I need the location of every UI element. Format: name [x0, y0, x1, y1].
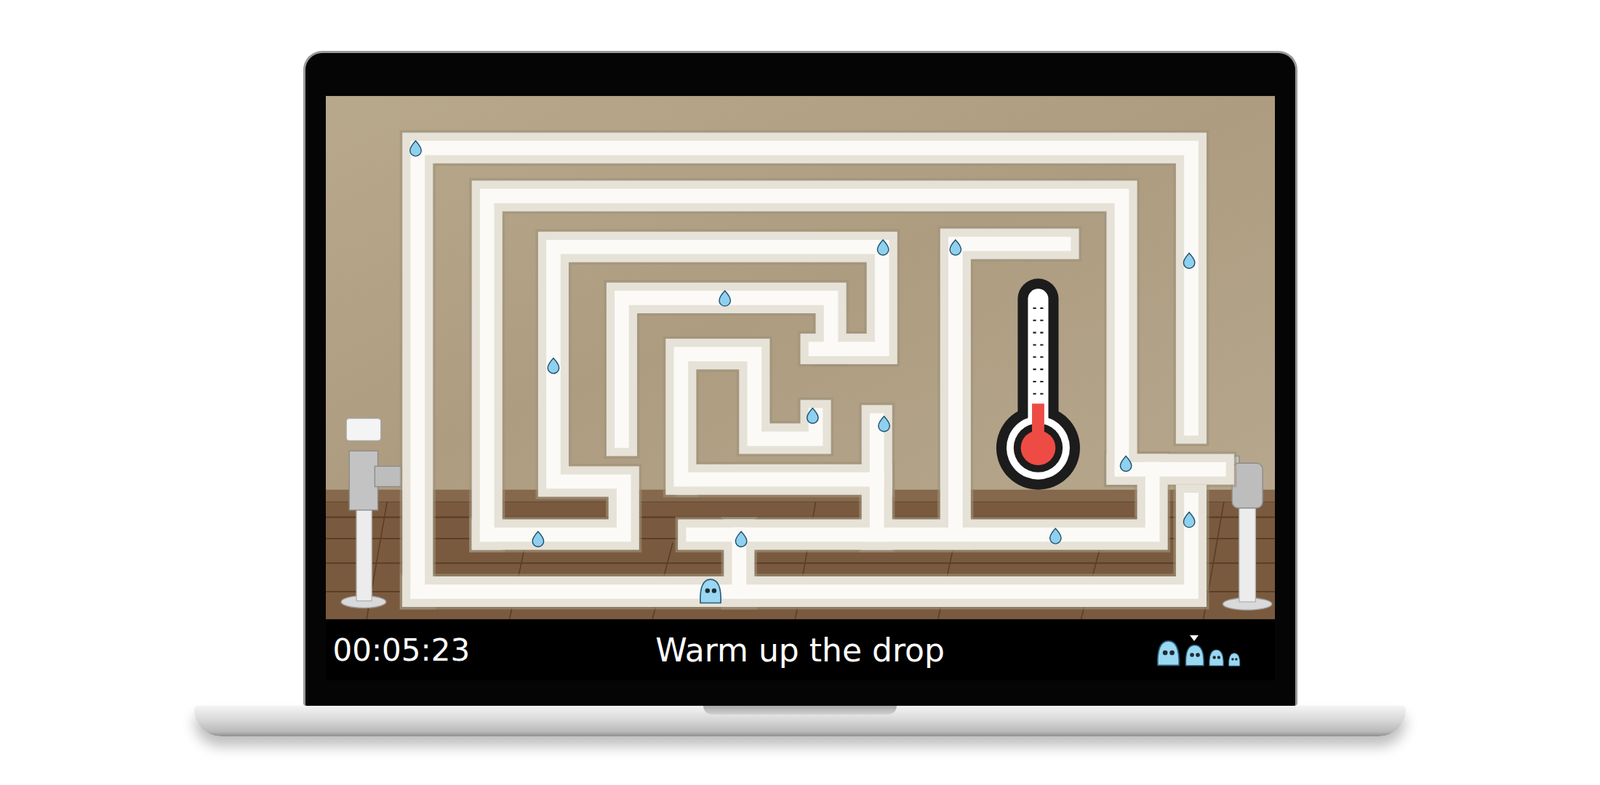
- water-drop-icon: [877, 416, 889, 432]
- water-drop-icon: [949, 240, 961, 256]
- left-valve-icon: [341, 418, 402, 608]
- water-drop-icon: [409, 141, 421, 157]
- water-drop-icon: [877, 240, 888, 256]
- selected-marker: [1212, 640, 1222, 647]
- page: 00:05:23 Warm up the drop: [0, 0, 1600, 785]
- thermometer-fill: [1032, 403, 1045, 435]
- timer: 00:05:23: [333, 632, 471, 669]
- status-bar: 00:05:23 Warm up the drop: [325, 619, 1275, 681]
- water-drop-icon: [547, 358, 559, 374]
- size-option[interactable]: [1208, 640, 1225, 667]
- size-selector: [1155, 631, 1268, 670]
- drop-size-icon[interactable]: [1208, 648, 1225, 667]
- game-area: [325, 96, 1275, 620]
- size-option[interactable]: [1184, 635, 1206, 667]
- water-drop-icon: [735, 531, 747, 547]
- drop-size-icon[interactable]: [1155, 639, 1182, 667]
- laptop-base: [194, 706, 1406, 737]
- selected-marker: [1229, 644, 1239, 651]
- selected-marker: [1163, 631, 1173, 638]
- water-drop-icon: [532, 531, 544, 547]
- selected-marker: [1189, 635, 1199, 642]
- thermometer-icon: [995, 278, 1080, 490]
- water-drop-icon: [718, 290, 730, 307]
- laptop-notch: [703, 706, 897, 715]
- water-drop-icon: [1120, 456, 1131, 472]
- water-drop-icon: [1049, 528, 1061, 544]
- maze-board: [325, 96, 1275, 620]
- pipes: [417, 148, 1219, 592]
- water-drop-icon: [806, 408, 818, 424]
- drop-size-icon[interactable]: [1184, 643, 1206, 667]
- size-option[interactable]: [1155, 631, 1182, 667]
- water-drop-icon: [1183, 512, 1195, 528]
- drop-size-icon[interactable]: [1227, 652, 1241, 667]
- size-option[interactable]: [1227, 644, 1241, 667]
- laptop-lid: 00:05:23 Warm up the drop: [303, 50, 1298, 707]
- level-title: Warm up the drop: [640, 632, 960, 670]
- water-drop-icon: [1183, 253, 1195, 269]
- player-drop-icon[interactable]: [699, 579, 720, 603]
